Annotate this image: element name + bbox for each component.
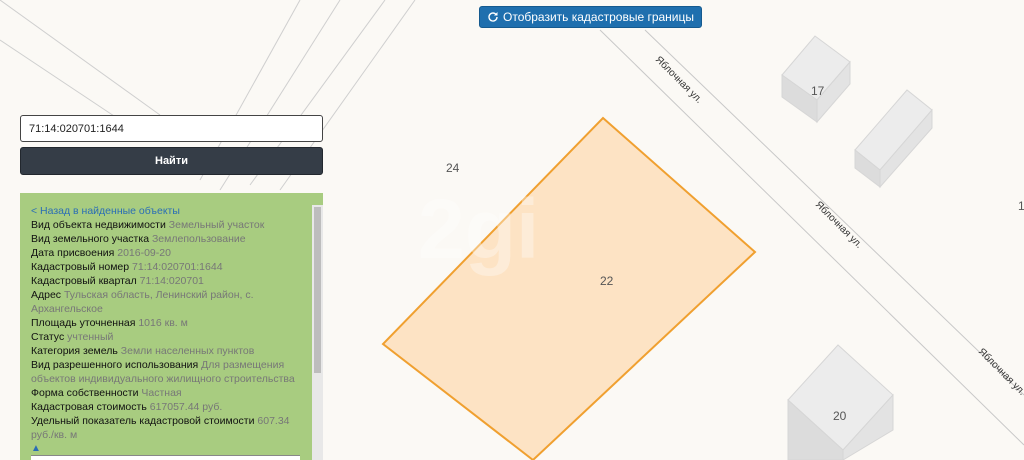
panel-scrollbar[interactable]	[312, 205, 323, 460]
cadastral-search-input[interactable]	[20, 115, 323, 142]
info-row-value: Земли населенных пунктов	[120, 345, 255, 357]
find-button[interactable]: Найти	[20, 147, 323, 175]
info-row-value: 71:14:020701:1644	[132, 261, 223, 273]
parcel-number-label: 22	[600, 274, 614, 288]
info-row-value: Земельный участок	[168, 219, 265, 231]
collapse-arrow-icon[interactable]: ▲	[31, 442, 308, 456]
info-row-value: учтенный	[67, 331, 114, 343]
info-panel-content: < Назад в найденные объекты Вид объекта …	[31, 204, 308, 456]
street-label-2: Яблочная ул.	[813, 199, 865, 251]
info-row: Дата присвоения 2016-09-20	[31, 246, 308, 260]
info-row: Вид объекта недвижимости Земельный участ…	[31, 218, 308, 232]
show-cadastral-borders-label: Отобразить кадастровые границы	[503, 10, 695, 24]
info-row-value: 617057.44 руб.	[149, 401, 223, 413]
info-row-label: Кадастровый квартал	[31, 275, 137, 287]
info-row-value: Частная	[141, 387, 182, 399]
info-row: Вид земельного участка Землепользование	[31, 232, 308, 246]
street-label-3: Яблочная ул.	[976, 346, 1024, 398]
info-row-label: Вид земельного участка	[31, 233, 150, 245]
info-row: Форма собственности Частная	[31, 386, 308, 400]
info-row-value: 1016 кв. м	[138, 317, 188, 329]
info-rows: Вид объекта недвижимости Земельный участ…	[31, 218, 308, 442]
refresh-icon	[488, 12, 498, 22]
edge-parcel-label: 1	[1018, 199, 1024, 213]
info-row: Площадь уточненная 1016 кв. м	[31, 316, 308, 330]
show-cadastral-borders-button[interactable]: Отобразить кадастровые границы	[479, 6, 703, 28]
info-row: Вид разрешенного использования Для разме…	[31, 358, 308, 386]
info-row-label: Вид разрешенного использования	[31, 359, 199, 371]
map-watermark: 2gi	[418, 182, 539, 276]
info-row-label: Дата присвоения	[31, 247, 115, 259]
building-20[interactable]: 20	[787, 344, 894, 460]
building-17[interactable]: 17	[781, 35, 851, 124]
selected-parcel[interactable]	[381, 116, 757, 460]
building-unnamed[interactable]	[854, 89, 933, 189]
info-row: Удельный показатель кадастровой стоимост…	[31, 414, 308, 442]
info-row-label: Форма собственности	[31, 387, 139, 399]
info-row-label: Площадь уточненная	[31, 317, 136, 329]
info-row-label: Кадастровая стоимость	[31, 401, 147, 413]
info-row-value: Землепользование	[151, 233, 246, 245]
back-to-results-link[interactable]: < Назад в найденные объекты	[31, 204, 308, 218]
info-row-label: Категория земель	[31, 345, 118, 357]
info-row-value: 2016-09-20	[117, 247, 171, 259]
info-row-label: Удельный показатель кадастровой стоимост…	[31, 415, 255, 427]
info-row-label: Адрес	[31, 289, 62, 301]
house-number-20: 20	[833, 409, 847, 423]
info-row: Категория земель Земли населенных пункто…	[31, 344, 308, 358]
info-row: Статус учтенный	[31, 330, 308, 344]
panel-bottom-box	[31, 455, 300, 460]
info-row: Адрес Тульская область, Ленинский район,…	[31, 288, 308, 316]
info-panel: < Назад в найденные объекты Вид объекта …	[20, 193, 323, 460]
info-row: Кадастровый квартал 71:14:020701	[31, 274, 308, 288]
house-number-17: 17	[811, 84, 825, 98]
info-row-label: Вид объекта недвижимости	[31, 219, 166, 231]
info-row-label: Статус	[31, 331, 65, 343]
panel-scrollbar-thumb[interactable]	[314, 207, 321, 373]
info-row-value: Тульская область, Ленинский район, с. Ар…	[31, 289, 254, 315]
info-row: Кадастровый номер 71:14:020701:1644	[31, 260, 308, 274]
info-row-label: Кадастровый номер	[31, 261, 130, 273]
info-row: Кадастровая стоимость 617057.44 руб.	[31, 400, 308, 414]
neighbor-parcel-label: 24	[446, 161, 460, 175]
info-row-value: 71:14:020701	[139, 275, 204, 287]
